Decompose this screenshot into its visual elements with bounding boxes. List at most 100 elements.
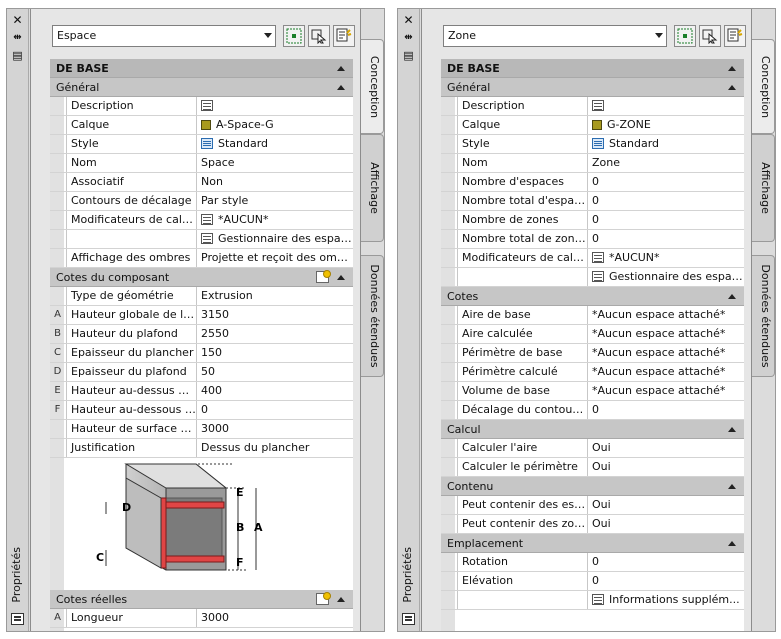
close-icon[interactable]: ✕ [10, 13, 25, 27]
properties-icon[interactable] [11, 613, 24, 625]
property-value[interactable]: 50 [198, 363, 353, 381]
collapse-icon[interactable] [728, 294, 736, 299]
property-row[interactable]: Affichage des ombres Projette et reçoit d… [50, 249, 353, 268]
property-row[interactable]: Périmètre de base *Aucun espace attaché* [441, 344, 744, 363]
property-value[interactable]: *Aucun espace attaché* [589, 382, 744, 400]
property-row[interactable]: Nombre total d'espaces 0 [441, 192, 744, 211]
property-value[interactable]: Projette et reçoit des ombr... [198, 249, 353, 267]
property-value[interactable]: 0 [198, 401, 353, 419]
tab-donnees-etendues[interactable]: Données étendues [752, 255, 775, 377]
property-value[interactable]: Dessus du plancher [198, 439, 353, 457]
property-value[interactable]: *AUCUN* [198, 211, 353, 229]
property-value[interactable]: 0 [589, 192, 744, 210]
tab-donnees-etendues[interactable]: Données étendues [361, 255, 384, 377]
property-row[interactable]: Modificateurs de calcul *AUCUN* [441, 249, 744, 268]
property-value[interactable]: Oui [589, 515, 744, 533]
category-cotes-composant[interactable]: Cotes du composant [50, 268, 353, 287]
table-icon[interactable] [201, 233, 213, 244]
palette-menu-icon[interactable]: ▤ [401, 49, 416, 63]
property-value[interactable]: 0 [589, 553, 744, 571]
property-row[interactable]: A Hauteur globale de l'e... 3150 [50, 306, 353, 325]
table-icon[interactable] [592, 271, 604, 282]
property-row[interactable]: Calque A-Space-G [50, 116, 353, 135]
property-value[interactable]: *Aucun espace attaché* [589, 306, 744, 324]
property-row[interactable]: Type de géométrie Extrusion [50, 287, 353, 306]
property-row[interactable]: Description [50, 97, 353, 116]
property-row[interactable]: Description [441, 97, 744, 116]
select-objects-button[interactable] [699, 25, 721, 47]
property-row[interactable]: C Epaisseur du plancher 150 [50, 344, 353, 363]
table-icon[interactable] [201, 214, 213, 225]
collapse-icon[interactable] [728, 427, 736, 432]
property-row[interactable]: Calculer l'aire Oui [441, 439, 744, 458]
table-icon[interactable] [592, 100, 604, 111]
property-row[interactable]: B Hauteur du plafond 2550 [50, 325, 353, 344]
properties-icon[interactable] [402, 613, 415, 625]
property-row[interactable]: Aire calculée *Aucun espace attaché* [441, 325, 744, 344]
quick-select-button[interactable] [333, 25, 355, 47]
property-value[interactable]: 3000 [198, 609, 353, 627]
property-row[interactable]: Nombre de zones 0 [441, 211, 744, 230]
dimension-settings-icon[interactable] [316, 592, 331, 605]
quick-select-button[interactable] [724, 25, 746, 47]
property-value[interactable]: *Aucun espace attaché* [589, 363, 744, 381]
property-value[interactable]: Standard [198, 135, 353, 153]
collapse-icon[interactable] [728, 541, 736, 546]
table-icon[interactable] [592, 252, 604, 263]
property-value[interactable]: 0 [589, 211, 744, 229]
property-row[interactable]: Informations supplém... [441, 591, 744, 610]
property-row[interactable]: Nombre d'espaces 0 [441, 173, 744, 192]
property-value[interactable]: 0 [589, 230, 744, 248]
category-contenu[interactable]: Contenu [441, 477, 744, 496]
property-value[interactable]: Oui [589, 496, 744, 514]
property-row[interactable]: Nombre total de zones 0 [441, 230, 744, 249]
property-value[interactable]: 0 [589, 572, 744, 590]
property-value[interactable]: *Aucun espace attaché* [589, 325, 744, 343]
property-value[interactable]: Zone [589, 154, 744, 172]
property-value[interactable]: 0 [589, 173, 744, 191]
collapse-icon[interactable] [728, 66, 736, 71]
property-row[interactable]: Style Standard [50, 135, 353, 154]
property-row[interactable]: Calculer le périmètre Oui [441, 458, 744, 477]
property-row[interactable]: Style Standard [441, 135, 744, 154]
palette-menu-icon[interactable]: ▤ [10, 49, 25, 63]
property-row[interactable]: Peut contenir des zones Oui [441, 515, 744, 534]
property-value[interactable]: 150 [198, 344, 353, 362]
property-row[interactable]: Peut contenir des esp... Oui [441, 496, 744, 515]
property-value[interactable]: Standard [589, 135, 744, 153]
property-row[interactable]: Justification Dessus du plancher [50, 439, 353, 458]
collapse-icon[interactable] [728, 484, 736, 489]
property-value[interactable]: Par style [198, 192, 353, 210]
property-row[interactable]: Nom Space [50, 154, 353, 173]
property-row[interactable]: Nom Zone [441, 154, 744, 173]
property-row[interactable]: Calque G-ZONE [441, 116, 744, 135]
category-cotes[interactable]: Cotes [441, 287, 744, 306]
property-value[interactable] [589, 97, 744, 115]
property-value[interactable]: Oui [589, 458, 744, 476]
property-value[interactable]: 3000 [198, 420, 353, 438]
collapse-icon[interactable] [337, 275, 345, 280]
property-value[interactable]: Informations supplém... [589, 591, 744, 609]
property-value[interactable]: 400 [198, 382, 353, 400]
dimension-settings-icon[interactable] [316, 270, 331, 283]
property-row[interactable]: Rotation 0 [441, 553, 744, 572]
tab-conception[interactable]: Conception [361, 39, 384, 134]
property-row[interactable]: Décalage du contour ... 0 [441, 401, 744, 420]
property-row[interactable]: D Epaisseur du plafond 50 [50, 363, 353, 382]
category-cotes-reelles[interactable]: Cotes réelles [50, 590, 353, 609]
collapse-icon[interactable] [337, 66, 345, 71]
property-row[interactable]: Contours de décalage Par style [50, 192, 353, 211]
property-value[interactable]: *Aucun espace attaché* [589, 344, 744, 362]
property-value[interactable]: *AUCUN* [589, 249, 744, 267]
tab-conception[interactable]: Conception [752, 39, 775, 134]
property-value[interactable]: Space [198, 154, 353, 172]
property-row[interactable]: Volume de base *Aucun espace attaché* [441, 382, 744, 401]
property-value[interactable]: Oui [589, 439, 744, 457]
property-value[interactable]: Non [198, 173, 353, 191]
property-value[interactable]: A-Space-G [198, 116, 353, 134]
property-row[interactable]: Gestionnaire des espac... [50, 230, 353, 249]
autohide-icon[interactable]: ⇹ [401, 31, 416, 45]
object-type-select[interactable]: Espace [52, 25, 276, 47]
select-objects-button[interactable] [308, 25, 330, 47]
table-icon[interactable] [201, 100, 213, 111]
